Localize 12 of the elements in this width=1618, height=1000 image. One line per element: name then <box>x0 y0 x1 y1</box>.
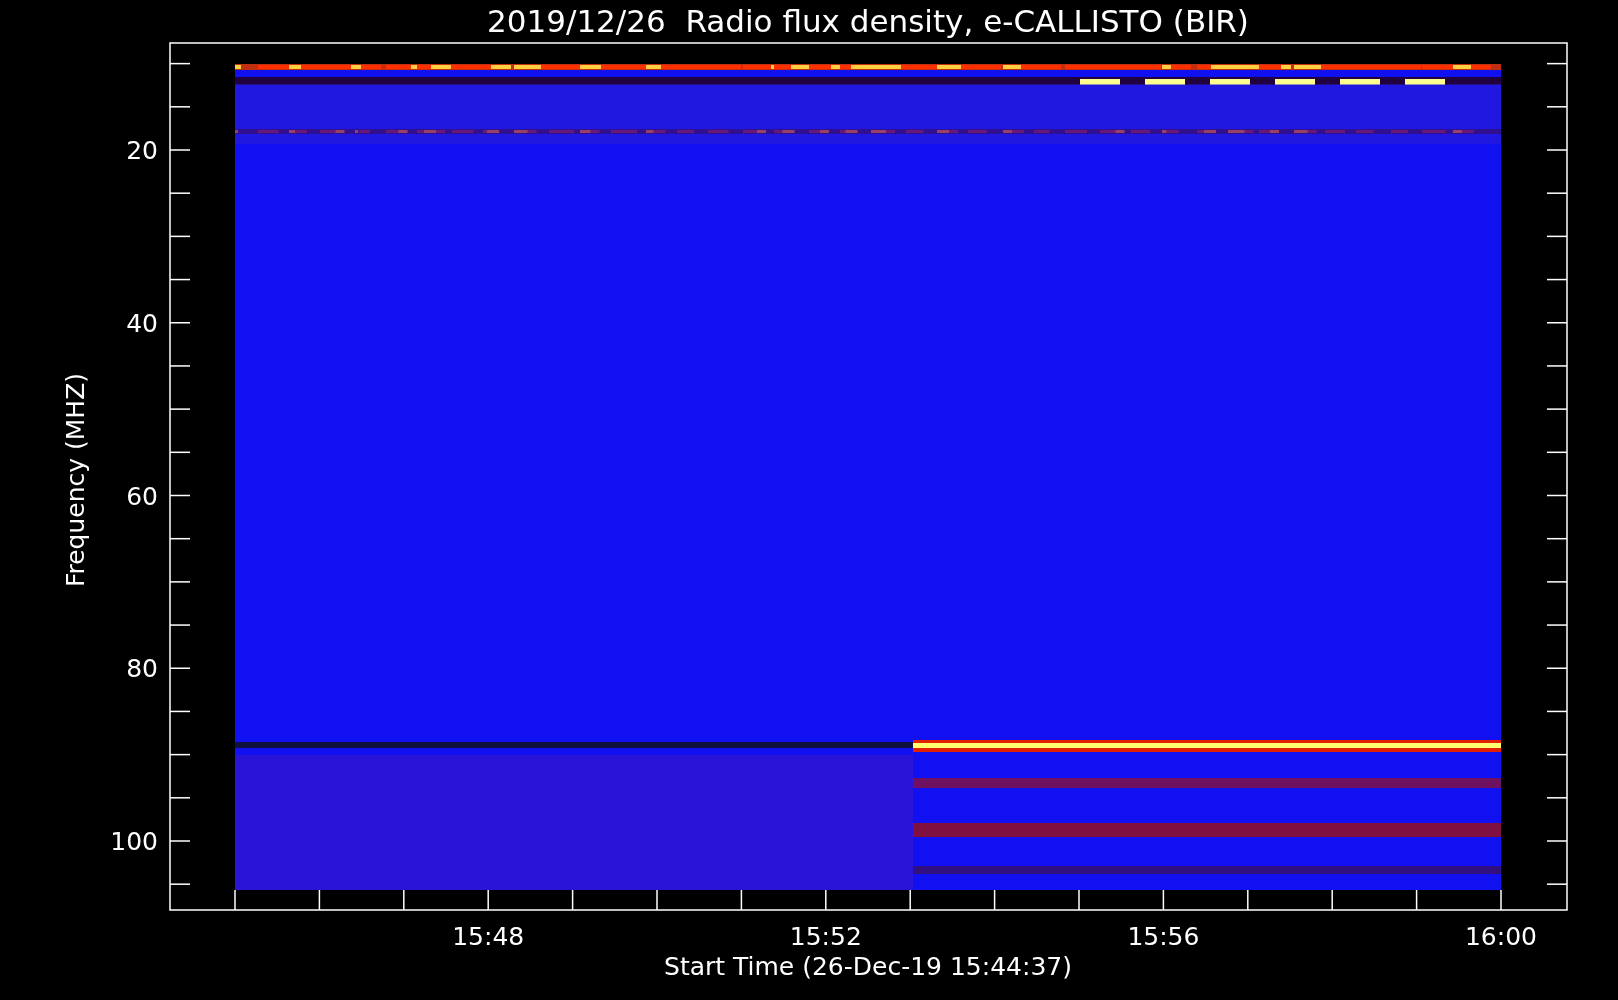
y-tick-label: 100 <box>110 827 158 856</box>
x-tick-label: 15:56 <box>1127 922 1200 951</box>
x-axis-label: Start Time (26-Dec-19 15:44:37) <box>664 952 1072 981</box>
x-tick-label: 16:00 <box>1465 922 1537 951</box>
x-tick-label: 15:48 <box>452 922 525 951</box>
y-tick-label: 20 <box>126 136 158 165</box>
x-tick-label: 15:52 <box>789 922 862 951</box>
y-tick-label: 80 <box>126 654 158 684</box>
y-tick-label: 40 <box>126 308 158 338</box>
y-axis-label: Frequency (MHZ) <box>61 372 90 588</box>
plot-title: 2019/12/26 Radio flux density, e-CALLISTO (BIR) <box>487 3 1249 39</box>
y-tick-label: 60 <box>126 481 158 511</box>
